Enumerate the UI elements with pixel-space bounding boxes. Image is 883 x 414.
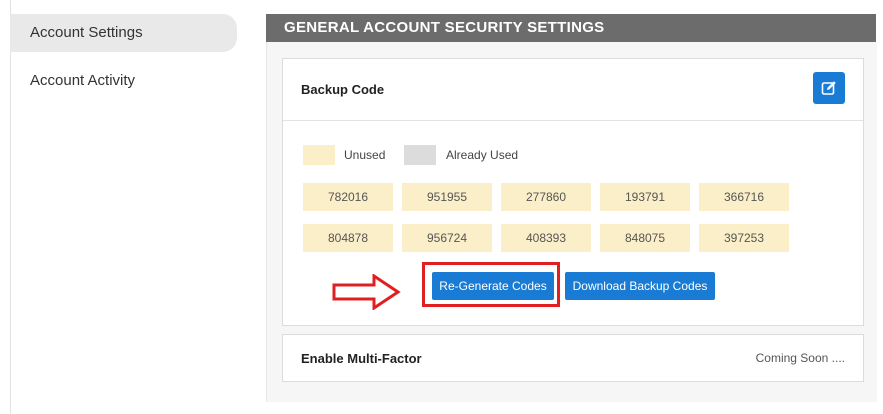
backup-code: 277860 — [501, 183, 591, 211]
backup-code-card-header: Backup Code — [283, 59, 863, 121]
sidebar: Account Settings Account Activity — [10, 0, 251, 414]
sidebar-item-label: Account Settings — [30, 24, 143, 41]
used-swatch — [404, 145, 436, 165]
multi-factor-status: Coming Soon .... — [755, 351, 845, 365]
sidebar-item-account-activity[interactable]: Account Activity — [30, 72, 135, 89]
backup-code: 848075 — [600, 224, 690, 252]
backup-code: 397253 — [699, 224, 789, 252]
backup-code: 193791 — [600, 183, 690, 211]
backup-code: 782016 — [303, 183, 393, 211]
backup-code: 408393 — [501, 224, 591, 252]
section-header: GENERAL ACCOUNT SECURITY SETTINGS — [266, 14, 876, 42]
sidebar-item-account-settings[interactable]: Account Settings — [10, 14, 237, 52]
pointer-arrow-icon — [332, 274, 401, 310]
multi-factor-title: Enable Multi-Factor — [301, 351, 422, 366]
backup-code-title: Backup Code — [301, 82, 385, 97]
highlight-box — [422, 262, 560, 307]
backup-code-card: Backup Code Unused Already Used 782016 9… — [282, 58, 864, 326]
edit-icon — [821, 81, 836, 95]
edit-button[interactable] — [813, 72, 845, 104]
backup-code: 956724 — [402, 224, 492, 252]
section-title: GENERAL ACCOUNT SECURITY SETTINGS — [284, 19, 605, 36]
unused-legend-label: Unused — [344, 148, 386, 162]
used-legend-label: Already Used — [446, 148, 519, 162]
backup-code: 366716 — [699, 183, 789, 211]
download-backup-codes-button[interactable]: Download Backup Codes — [565, 272, 715, 300]
multi-factor-card: Enable Multi-Factor Coming Soon .... — [282, 334, 864, 382]
backup-code: 951955 — [402, 183, 492, 211]
backup-code: 804878 — [303, 224, 393, 252]
sidebar-item-label: Account Activity — [30, 72, 136, 89]
unused-swatch — [303, 145, 335, 165]
